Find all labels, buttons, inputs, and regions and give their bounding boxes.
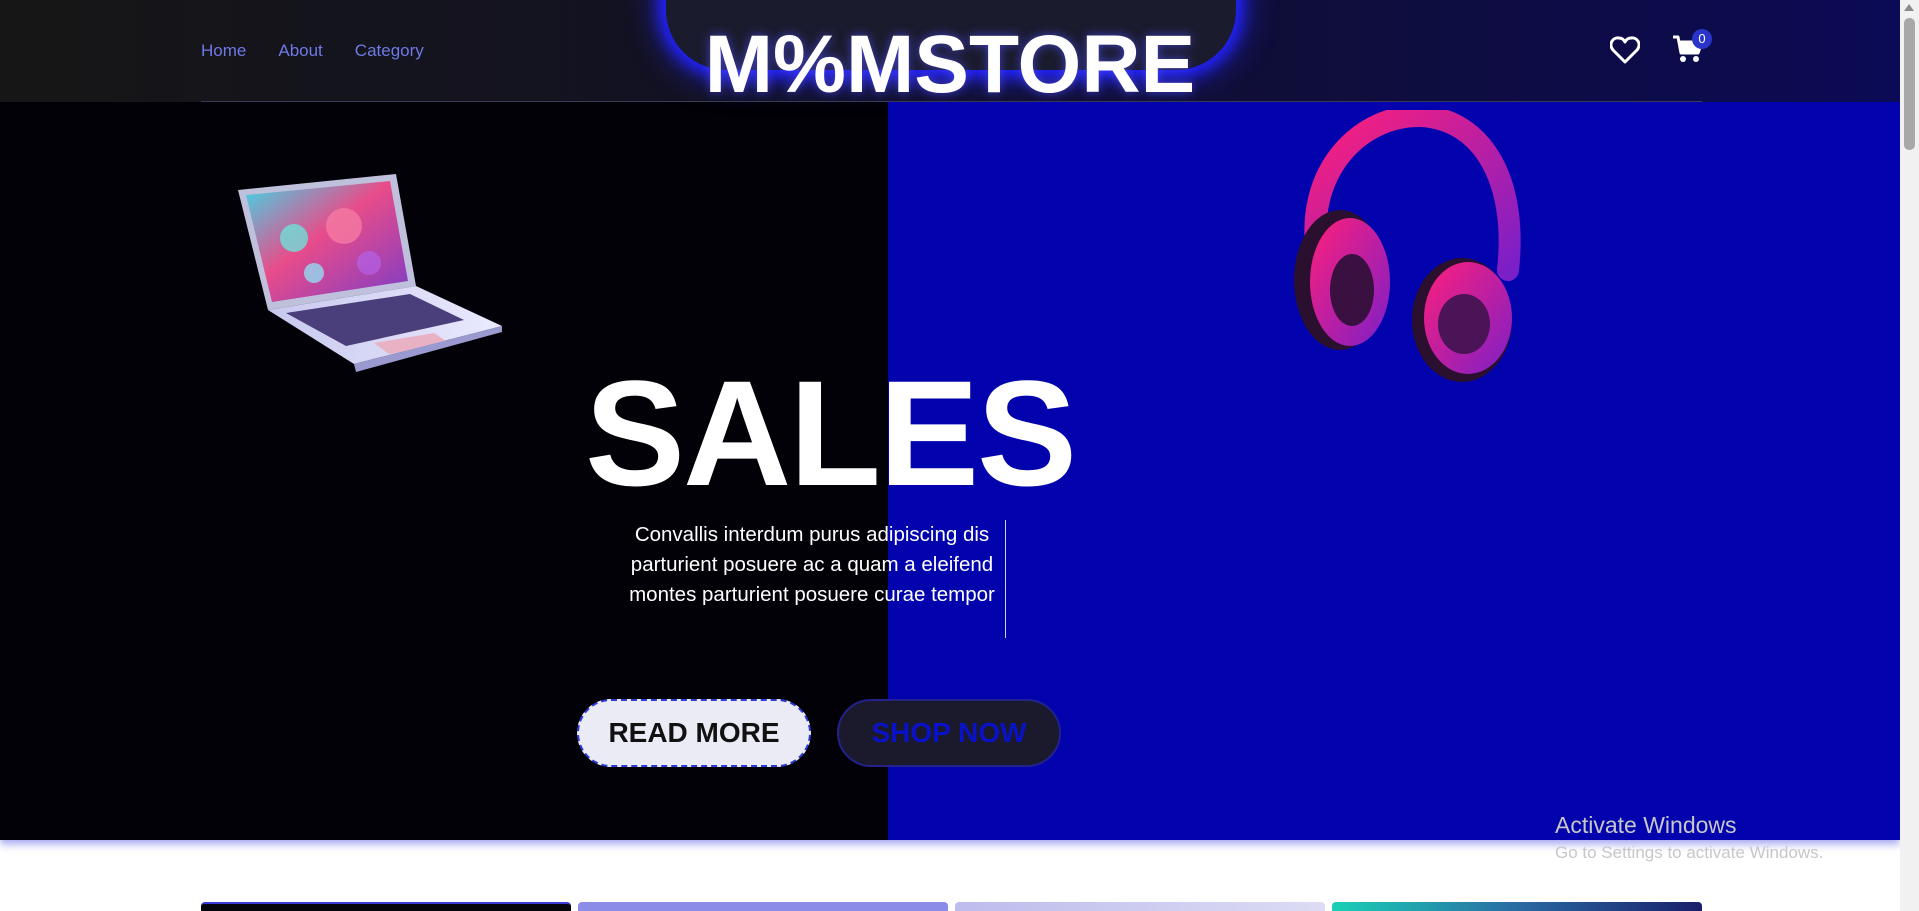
category-card[interactable] [955,902,1325,911]
nav-link-about[interactable]: About [278,41,322,61]
page-scrollbar[interactable] [1900,0,1919,911]
windows-activation-title: Activate Windows [1555,812,1737,838]
nav-link-category[interactable]: Category [355,41,424,61]
windows-activation-subtitle: Go to Settings to activate Windows. [1555,843,1824,862]
scrollbar-thumb[interactable] [1904,18,1915,150]
hero-description: Convallis interdum purus adipiscing dis … [629,523,995,606]
store-logo[interactable]: M%MSTORE [0,22,1900,108]
read-more-button[interactable]: READ MORE [577,699,811,767]
laptop-image [238,174,502,372]
heart-icon[interactable] [1610,36,1640,64]
category-card[interactable] [201,902,571,911]
headphones-image [1294,110,1521,382]
nav-links: Home About Category [201,41,424,61]
page: SALES Convallis interdum purus adipiscin… [0,0,1900,911]
shop-now-button[interactable]: SHOP NOW [837,699,1061,767]
cart-count-badge: 0 [1692,29,1712,49]
category-card[interactable] [1332,902,1702,911]
navbar: M%MSTORE Home About Category 0 [0,0,1900,108]
sales-headline: SALES [585,349,1077,517]
category-card[interactable] [578,902,948,911]
hero-section: SALES Convallis interdum purus adipiscin… [0,0,1900,840]
text-caret [1005,520,1006,638]
scroll-up-arrow-icon[interactable] [1904,4,1914,11]
nav-link-home[interactable]: Home [201,41,246,61]
nav-divider [201,101,1702,102]
